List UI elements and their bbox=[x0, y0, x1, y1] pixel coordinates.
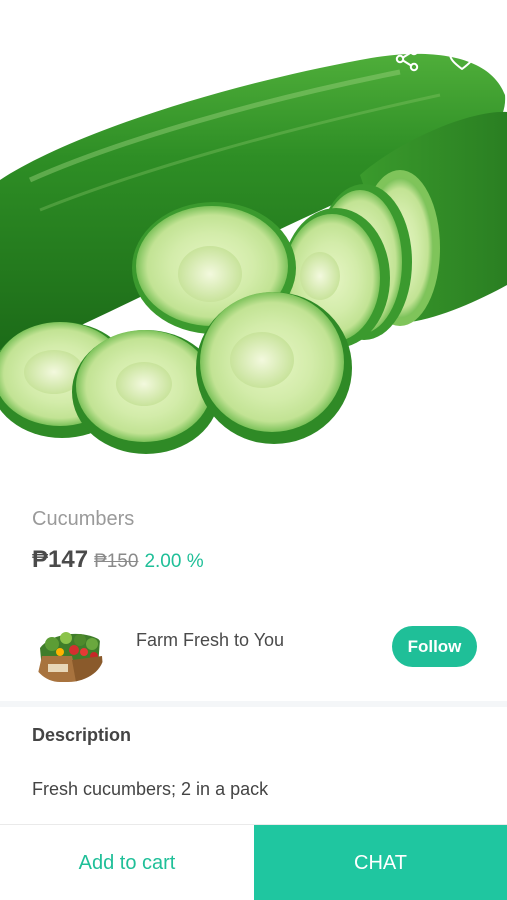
heart-outline-icon bbox=[449, 47, 475, 70]
current-price: ₱147 bbox=[32, 546, 89, 573]
section-divider bbox=[0, 701, 507, 707]
description-title: Description bbox=[32, 725, 132, 745]
produce-basket-image bbox=[32, 626, 104, 682]
seller-name[interactable]: Farm Fresh to You bbox=[136, 630, 284, 651]
back-button[interactable] bbox=[18, 46, 58, 86]
price-row: ₱147 ₱150 2.00 % bbox=[32, 546, 204, 574]
favorite-button[interactable] bbox=[448, 46, 488, 86]
discount-percent: 2.00 % bbox=[144, 551, 204, 572]
seller-avatar[interactable] bbox=[32, 626, 104, 682]
description-text: Fresh cucumbers; 2 in a pack bbox=[32, 779, 269, 799]
add-to-cart-button[interactable]: Add to cart bbox=[0, 825, 254, 900]
chevron-left-icon bbox=[21, 47, 35, 71]
product-detail-screen: Cucumbers ₱147 ₱150 2.00 % Farm Fresh to… bbox=[0, 0, 507, 900]
chat-button[interactable]: CHAT bbox=[254, 825, 507, 900]
follow-button[interactable]: Follow bbox=[392, 626, 477, 667]
bottom-action-bar: Add to cart CHAT bbox=[0, 824, 507, 900]
product-name: Cucumbers bbox=[32, 508, 135, 530]
product-image bbox=[0, 0, 507, 480]
share-button[interactable] bbox=[394, 46, 434, 86]
share-icon bbox=[395, 46, 419, 72]
original-price: ₱150 bbox=[94, 551, 139, 572]
